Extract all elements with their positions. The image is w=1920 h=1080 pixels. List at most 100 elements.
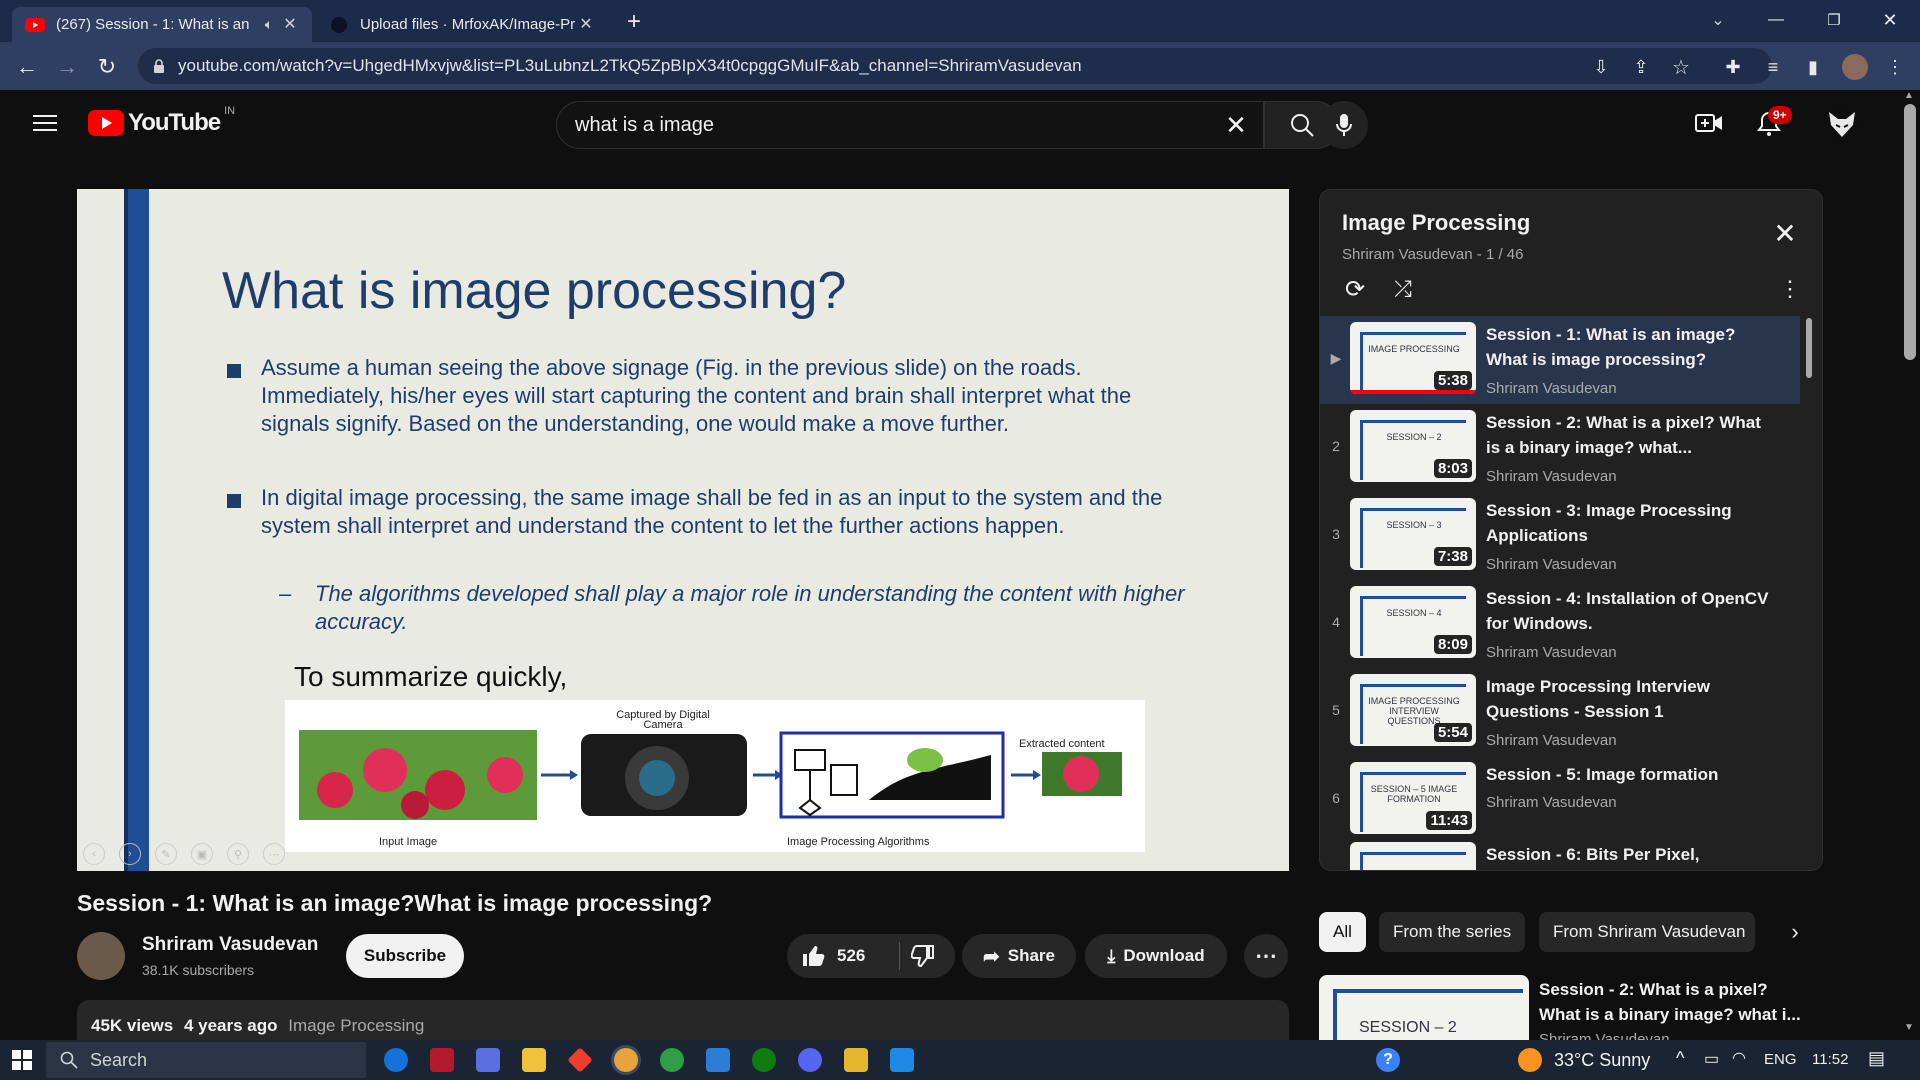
speaker-icon[interactable]: 🔈︎ [258,16,280,33]
vscode-icon[interactable] [890,1048,914,1072]
clear-search-icon[interactable]: ✕ [1223,110,1249,140]
store-icon[interactable] [476,1048,500,1072]
like-count[interactable]: 526 [837,946,865,966]
duration-badge: 11:43 [1426,811,1472,830]
prev-slide-icon[interactable]: ‹ [83,843,105,865]
voice-search-button[interactable] [1320,101,1368,149]
address-field[interactable]: youtube.com/watch?v=UhgedHMxvjw&list=PL3… [138,48,1772,84]
video-player[interactable]: What is image processing? Assume a human… [77,189,1289,871]
extensions-icon[interactable]: ✚ [1720,54,1746,80]
minimize-icon[interactable]: — [1764,8,1788,32]
playlist-menu-icon[interactable]: ⋮ [1779,274,1801,304]
bookmark-star-icon[interactable]: ☆ [1668,54,1694,80]
slides-icon[interactable]: ▣ [191,843,213,865]
tab-search-icon[interactable]: ⌄ [1706,8,1730,32]
more-actions-button[interactable]: ⋯ [1244,934,1288,978]
chrome-profile-icon[interactable] [660,1048,684,1072]
account-avatar[interactable] [1824,106,1860,142]
channel-name[interactable]: Shriram Vasudevan [142,934,318,956]
watch-progress-bar [1350,390,1476,394]
tab-youtube[interactable]: (267) Session - 1: What is an 🔈︎ ✕ [12,7,312,42]
playlist-item[interactable]: 2 SESSION – 2 8:03 Session - 2: What is a… [1320,404,1800,492]
git-icon[interactable] [567,1047,593,1073]
channel-avatar[interactable] [77,932,125,980]
description-box[interactable]: 45K views 4 years ago Image Processing [77,1000,1289,1040]
loop-icon[interactable]: ⟳ [1340,274,1370,304]
chip-from-series[interactable]: From the series [1379,912,1526,952]
pen-icon[interactable]: ✎ [155,843,177,865]
chrome-icon[interactable] [614,1048,638,1072]
install-app-icon[interactable]: ⇩ [1588,54,1614,80]
page-scrollbar[interactable]: ▲ ▼ [1900,90,1920,1040]
playlist-item[interactable]: 4 SESSION – 4 8:09 Session - 4: Installat… [1320,580,1800,668]
menu-icon[interactable] [32,112,58,134]
xbox-icon[interactable] [752,1048,776,1072]
chip-from-channel[interactable]: From Shriram Vasudevan [1539,912,1755,952]
weather-text[interactable]: 33°C Sunny [1554,1050,1650,1071]
browser-menu-icon[interactable]: ⋮ [1882,54,1908,80]
taskbar-search-box[interactable]: Search [46,1042,366,1078]
restore-icon[interactable]: ❐ [1822,8,1846,32]
share-button[interactable]: ➦ Share [962,934,1076,978]
duration-badge: 5:38 [1433,371,1472,390]
download-label: Download [1123,946,1205,965]
bullet-marker [227,364,241,378]
media-control-icon[interactable]: ≡ [1760,54,1786,80]
scrollbar-thumb[interactable] [1904,104,1916,360]
subscribe-button[interactable]: Subscribe [346,934,464,978]
playlist-item[interactable]: 3 SESSION – 3 7:38 Session - 3: Image Pro… [1320,492,1800,580]
powershell-icon[interactable] [706,1048,730,1072]
reload-icon[interactable]: ↻ [94,54,120,80]
wifi-icon[interactable]: ◠ [1732,1048,1746,1068]
file-explorer-icon[interactable] [522,1048,546,1072]
edge-icon[interactable] [384,1048,408,1072]
side-panel-icon[interactable]: ▮ [1800,54,1826,80]
slide-title: What is image processing? [222,262,847,320]
scroll-down-icon[interactable]: ▼ [1904,1022,1914,1033]
youtube-logo[interactable]: YouTube IN [88,105,235,138]
forward-icon[interactable]: → [54,54,80,80]
discord-icon[interactable] [798,1048,822,1072]
help-icon[interactable]: ? [1376,1048,1400,1072]
close-tab-icon[interactable]: ✕ [280,15,300,35]
tab-github[interactable]: Upload files · MrfoxAK/Image-Pr ✕ [316,7,608,42]
notification-center-icon[interactable]: ▤ [1868,1048,1885,1069]
download-button[interactable]: ⤓ Download [1085,934,1227,978]
search-input[interactable]: what is a image ✕ [556,101,1264,149]
zoom-icon[interactable]: ⚲ [227,843,249,865]
close-tab-icon[interactable]: ✕ [576,15,596,35]
scroll-up-icon[interactable]: ▲ [1904,90,1914,101]
close-window-icon[interactable]: ✕ [1878,8,1902,32]
winrar-icon[interactable] [844,1048,868,1072]
new-tab-icon[interactable]: + [622,8,646,35]
playlist-scrollbar[interactable] [1806,318,1812,378]
shuffle-icon[interactable]: ⤮ [1388,274,1418,304]
recommended-video[interactable]: SESSION – 2 Session - 2: What is a pixel… [1319,975,1819,1040]
share-page-icon[interactable]: ⇪ [1628,54,1654,80]
next-slide-icon[interactable]: › [119,843,141,865]
chevron-right-icon[interactable]: › [1781,918,1809,946]
tray-chevron-icon[interactable]: ^ [1676,1048,1684,1069]
thumbnail-text: IMAGE PROCESSING INTERVIEW QUESTIONS [1368,696,1460,726]
dislike-icon[interactable] [911,944,935,968]
playlist-item[interactable]: Session - 6: Bits Per Pixel, [1320,836,1800,870]
create-video-icon[interactable] [1694,110,1724,136]
playlist-tag[interactable]: Image Processing [288,1016,424,1035]
playlist-item[interactable]: 6 SESSION – 5 IMAGE FORMATION 11:43 Sessi… [1320,756,1800,844]
playlist-item[interactable]: ▶ IMAGE PROCESSING 5:38 Session - 1: What… [1320,316,1800,404]
battery-icon[interactable]: ▭ [1704,1049,1719,1069]
close-playlist-icon[interactable]: ✕ [1770,218,1800,249]
clock[interactable]: 11:52 [1812,1051,1848,1068]
more-options-icon[interactable]: ⋯ [263,843,285,865]
weather-sun-icon[interactable] [1518,1048,1542,1072]
playlist-item[interactable]: 5 IMAGE PROCESSING INTERVIEW QUESTIONS 5:… [1320,668,1800,756]
duration-badge: 5:54 [1433,723,1472,742]
like-icon[interactable] [801,944,825,968]
language-indicator[interactable]: ENG [1764,1051,1797,1068]
back-icon[interactable]: ← [14,54,40,80]
windows-start-icon[interactable] [10,1048,34,1072]
chip-all[interactable]: All [1319,912,1366,952]
playlist-title[interactable]: Image Processing [1342,210,1530,236]
acrobat-icon[interactable] [430,1048,454,1072]
profile-avatar[interactable] [1842,54,1868,80]
